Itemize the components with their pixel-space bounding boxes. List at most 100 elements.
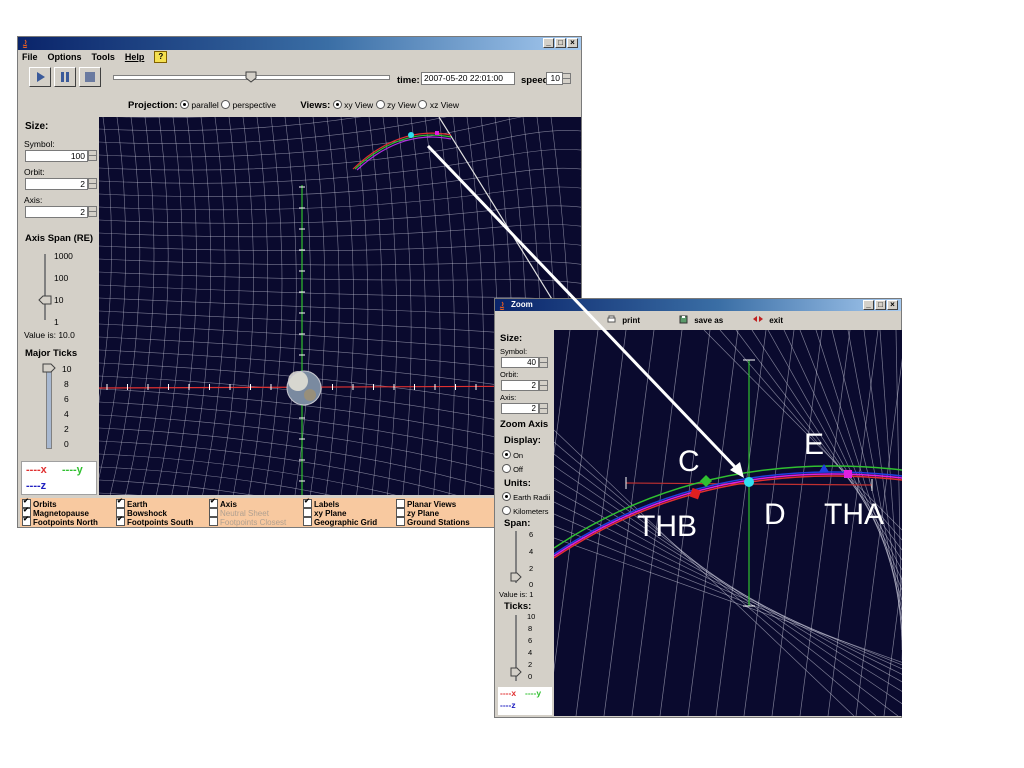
zoom-orbit-spinner[interactable] [539,380,548,391]
zoom-legend-x: ----x [500,688,517,698]
zoom-maximize-button[interactable]: □ [875,300,886,310]
speed-field[interactable]: 10 [546,72,563,85]
size-group: Size: Symbol: 100 Orbit: 2 Axis: 2 [21,119,97,225]
legend-z: ----z [26,480,47,492]
menu-file[interactable]: File [22,52,38,62]
span-tick-6: 6 [529,530,534,539]
zoom-legend-z: ----z [500,700,516,710]
java-icon [22,39,28,48]
zoom-symbol-spinner[interactable] [539,357,548,368]
ticks-slider-thumb[interactable] [510,667,522,677]
d-marker [744,477,754,487]
units-header: Units: [504,478,531,489]
stop-button[interactable] [79,67,101,87]
cb-footpoints-closest: Footpoints Closest [209,517,286,527]
zoom-minimize-button[interactable]: _ [863,300,874,310]
minimize-button[interactable]: _ [543,38,554,48]
zoom-close-button[interactable]: × [887,300,898,310]
zoom-axis-label: Axis: [500,393,517,402]
label-d: D [764,498,786,531]
ticks-label-10: 10 [527,612,536,621]
main-titlebar: _ □ × [18,37,581,50]
label-tha: THA [824,498,884,531]
label-c: C [678,445,700,478]
major-ticks-label-6: 6 [64,394,69,404]
speed-spinner[interactable] [562,73,571,84]
pause-icon [61,72,69,82]
earth-globe [286,370,322,406]
zoom-exit-button[interactable]: exit [753,315,793,327]
zoom-axis-field[interactable]: 2 [501,403,539,414]
span-tick-0: 0 [529,580,534,589]
axis-field[interactable]: 2 [25,206,88,218]
display-on-radio[interactable]: On [502,450,523,460]
axis-span-value-text: Value is: 10.0 [24,330,75,340]
zoom-orbit-field[interactable]: 2 [501,380,539,391]
play-icon [37,72,45,82]
menu-help[interactable]: Help [125,52,145,62]
legend-x: ----x [26,464,47,476]
zoom-size-header: Size: [500,333,523,344]
help-icon[interactable]: ? [154,50,168,63]
units-earth-radii-radio[interactable]: Earth Radii [502,492,550,502]
symbol-field[interactable]: 100 [25,150,88,162]
maximize-button[interactable]: □ [555,38,566,48]
zoom-print-button[interactable]: print [607,315,659,327]
ticks-label-2: 2 [528,660,533,669]
zoom-viewport[interactable]: C E D THB THA [554,330,902,716]
units-kilometers-radio[interactable]: Kilometers [502,506,549,516]
major-ticks-slider-thumb[interactable] [42,363,56,373]
major-ticks-label-0: 0 [64,439,69,449]
menu-options[interactable]: Options [48,52,82,62]
major-ticks-group: Major Ticks 10 8 6 4 2 0 [21,346,97,454]
zoom-symbol-field[interactable]: 40 [501,357,539,368]
zoom-axis-spinner[interactable] [539,403,548,414]
axis-span-tick-1000: 1000 [54,251,73,261]
span-value-text: Value is: 1 [499,590,534,599]
cb-footpoints-south[interactable]: Footpoints South [116,515,193,527]
label-e: E [804,428,824,461]
span-slider-thumb[interactable] [510,572,522,582]
view-xy-radio[interactable]: xy View [332,100,373,110]
axis-span-slider-track[interactable] [44,254,46,320]
projection-perspective-radio[interactable]: perspective [221,100,276,110]
java-icon [499,301,505,310]
axis-span-slider-thumb[interactable] [38,295,52,305]
projection-parallel-radio[interactable]: parallel [180,100,219,110]
axis-legend: ----x ----y ----z [21,461,97,495]
major-ticks-label-2: 2 [64,424,69,434]
zoom-orbit-label: Orbit: [500,370,519,379]
axis-span-tick-100: 100 [54,273,69,283]
symbol-spinner[interactable] [88,150,97,161]
orbit-field[interactable]: 2 [25,178,88,190]
axis-span-header: Axis Span (RE) [25,233,94,244]
orbit-spinner[interactable] [88,178,97,189]
cb-footpoints-north[interactable]: Footpoints North [22,515,98,527]
orbit-label: Orbit: [24,167,45,177]
projection-label: Projection: [128,100,178,111]
view-zy-radio[interactable]: zy View [375,100,416,110]
menu-tools[interactable]: Tools [92,52,115,62]
pause-button[interactable] [54,67,76,87]
ticks-header: Ticks: [504,601,532,612]
close-button[interactable]: × [567,38,578,48]
view-xz-radio[interactable]: xz View [418,100,459,110]
tha-marker-zoom [844,470,852,478]
time-field[interactable]: 2007-05-20 22:01:00 [421,72,515,85]
zoom-symbol-label: Symbol: [500,347,528,356]
play-button[interactable] [29,67,51,87]
time-slider-thumb[interactable] [245,71,257,83]
cb-ground-stations[interactable]: Ground Stations [396,517,470,527]
zoom-titlebar: Zoom _ □ × [495,299,901,311]
ticks-label-8: 8 [528,624,533,633]
axis-spinner[interactable] [88,206,97,217]
major-ticks-slider-track[interactable] [46,367,52,449]
label-thb: THB [637,510,697,543]
zoom-save-button[interactable]: save as [679,315,737,327]
cb-geographic-grid[interactable]: Geographic Grid [303,517,377,527]
axis-span-group: Axis Span (RE) 1000 100 10 1 Value is: 1… [21,231,97,341]
size-header: Size: [25,121,49,132]
zoom-legend-y: ----y [525,688,542,698]
stop-icon [85,72,95,82]
display-off-radio[interactable]: Off [502,464,523,474]
